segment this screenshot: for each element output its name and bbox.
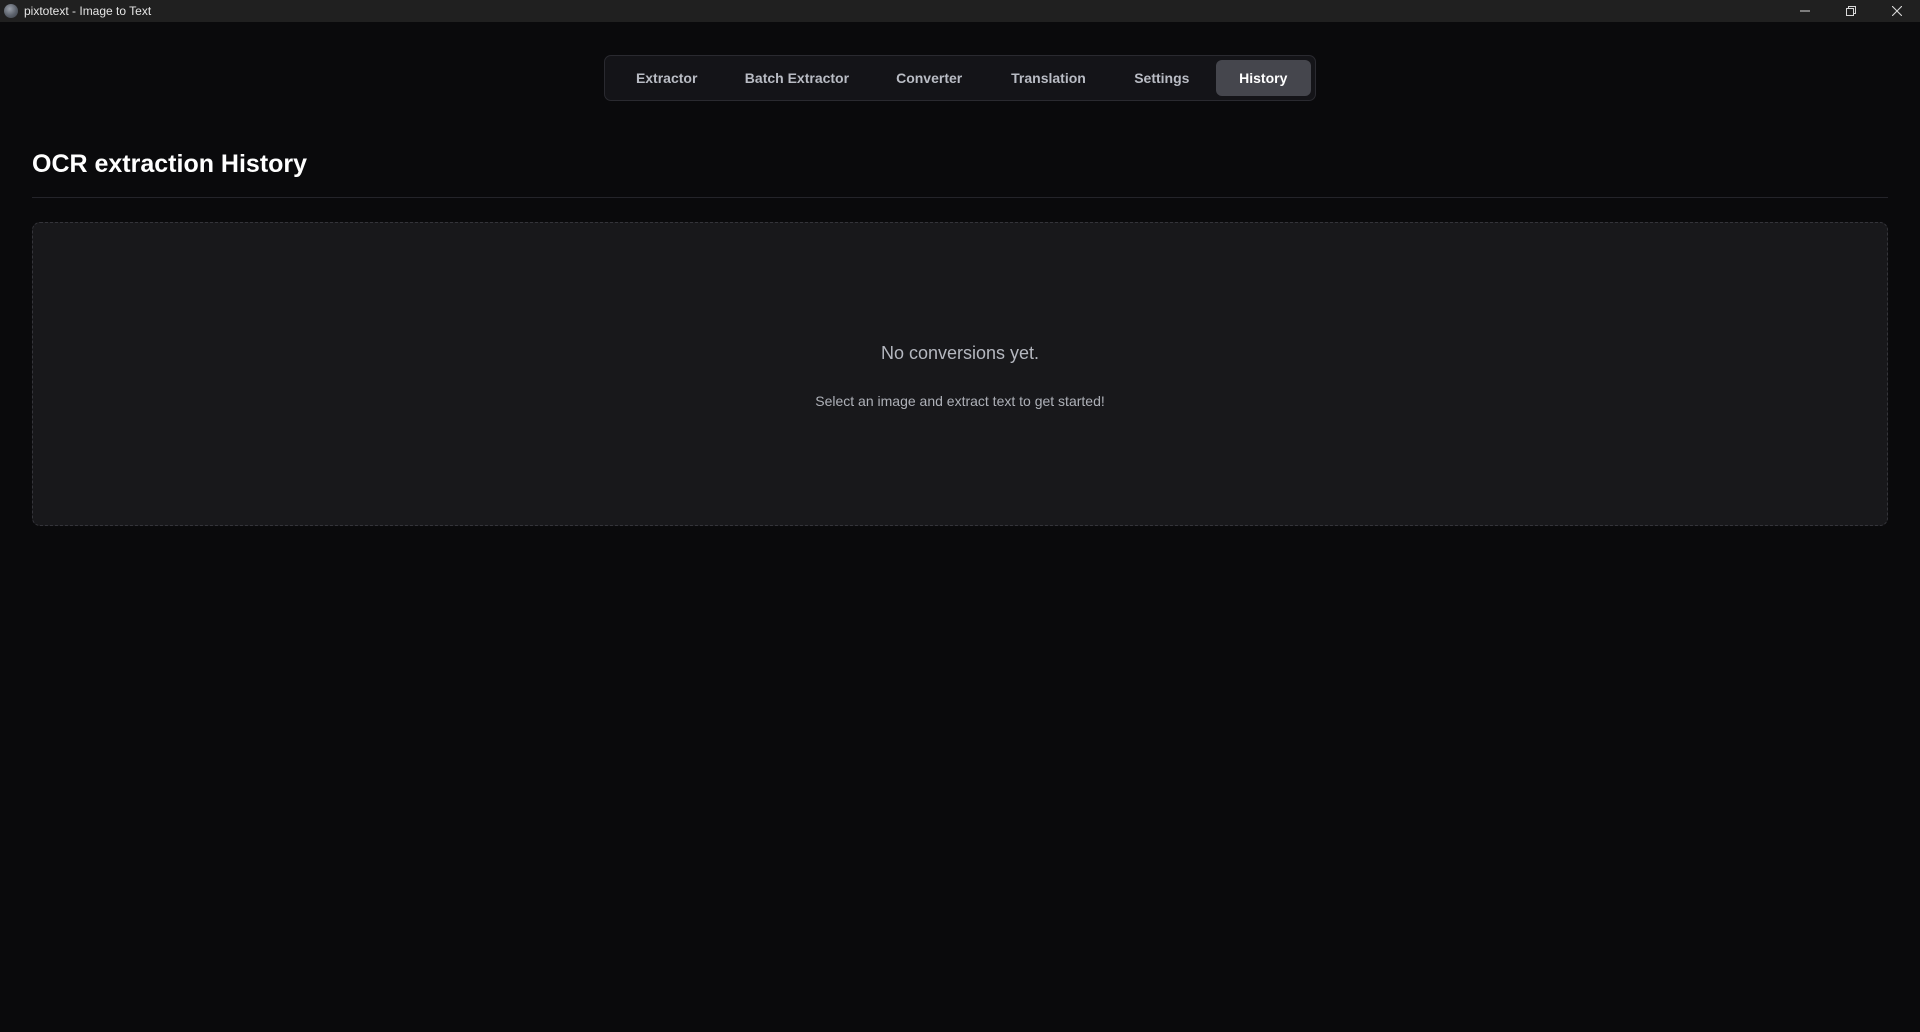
title-divider — [32, 197, 1888, 198]
restore-button[interactable] — [1828, 0, 1874, 22]
window-title: pixtotext - Image to Text — [24, 4, 152, 18]
tab-translation[interactable]: Translation — [989, 60, 1108, 96]
restore-icon — [1846, 6, 1856, 16]
tab-history[interactable]: History — [1215, 60, 1311, 96]
tab-batch-extractor[interactable]: Batch Extractor — [724, 60, 869, 96]
close-icon — [1892, 6, 1902, 16]
history-empty-state: No conversions yet. Select an image and … — [32, 222, 1888, 526]
minimize-icon — [1800, 10, 1810, 12]
empty-state-subtitle: Select an image and extract text to get … — [815, 393, 1105, 409]
close-button[interactable] — [1874, 0, 1920, 22]
main-tab-bar: Extractor Batch Extractor Converter Tran… — [604, 55, 1316, 101]
minimize-button[interactable] — [1782, 0, 1828, 22]
app-logo-icon — [4, 4, 18, 18]
tab-settings[interactable]: Settings — [1108, 60, 1215, 96]
tab-extractor[interactable]: Extractor — [609, 60, 724, 96]
window-controls — [1782, 0, 1920, 22]
tab-converter[interactable]: Converter — [870, 60, 989, 96]
page-title: OCR extraction History — [32, 150, 308, 178]
empty-state-title: No conversions yet. — [880, 343, 1040, 363]
title-bar[interactable]: pixtotext - Image to Text — [0, 0, 1920, 22]
